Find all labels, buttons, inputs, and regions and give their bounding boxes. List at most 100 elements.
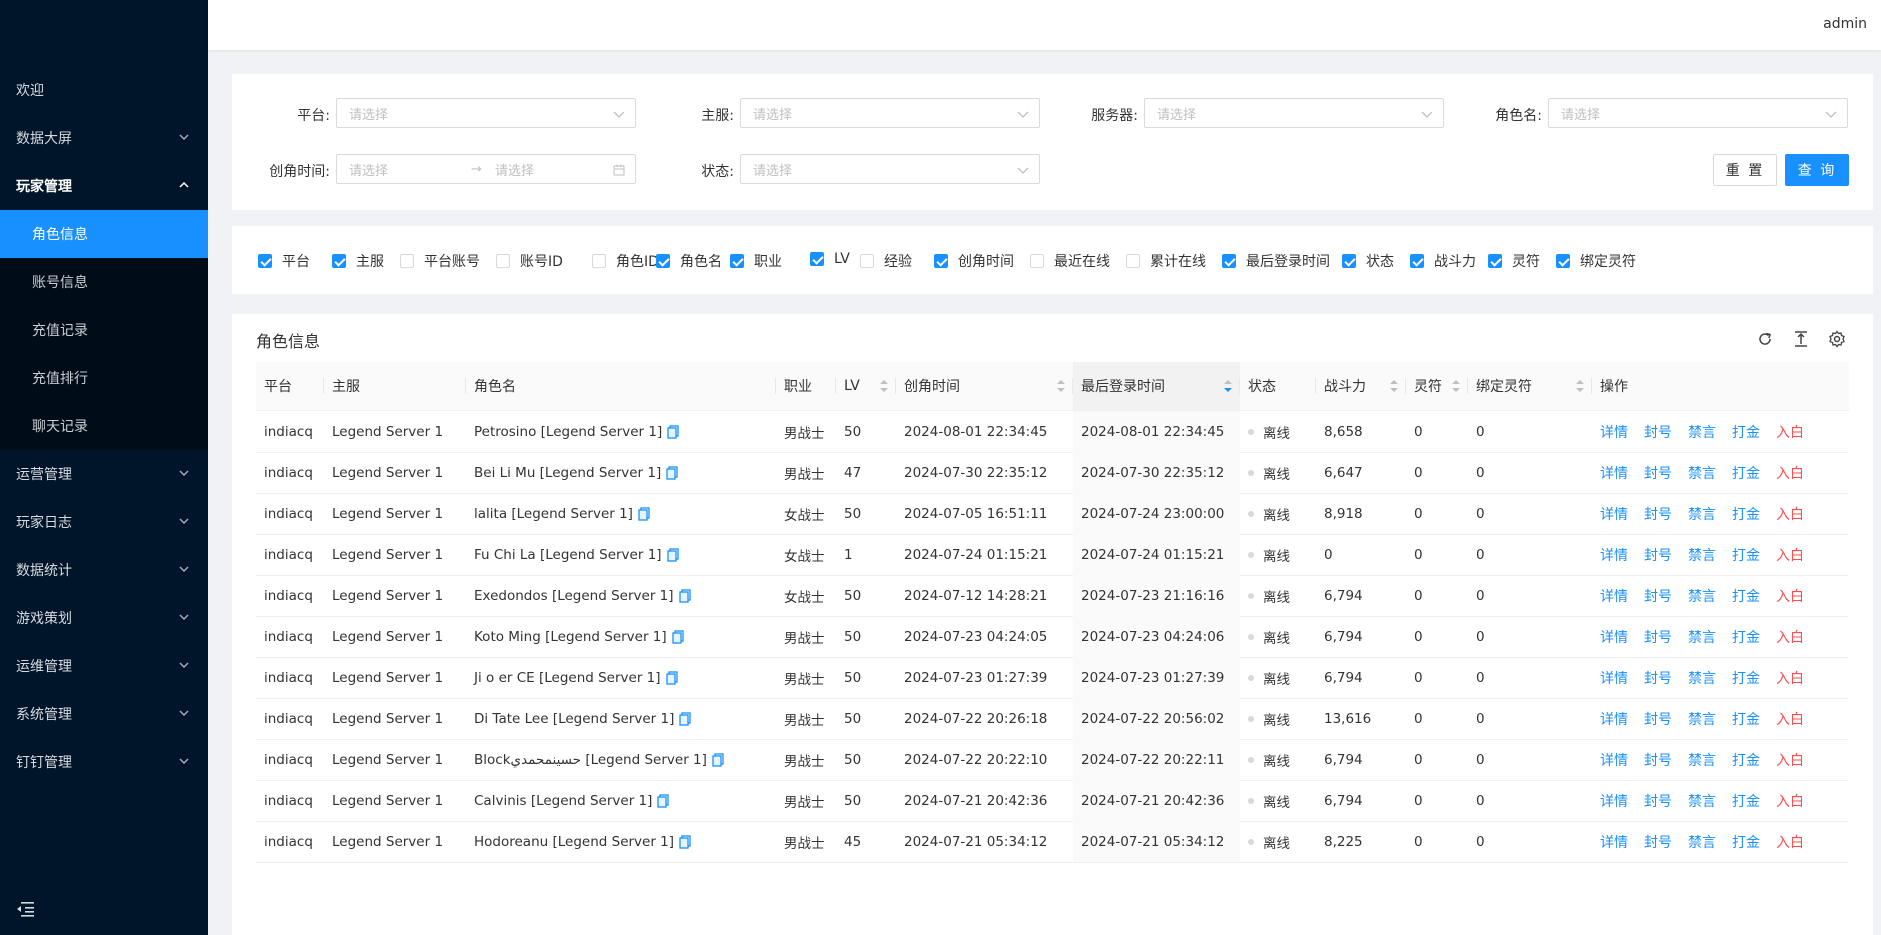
detail-link[interactable]: 详情 <box>1600 463 1628 483</box>
sidebar-item[interactable]: 游戏策划 <box>0 594 208 642</box>
ban-link[interactable]: 封号 <box>1644 709 1672 729</box>
checkbox-icon[interactable] <box>1126 254 1140 268</box>
checkbox-icon[interactable] <box>1222 254 1236 268</box>
whitelist-link[interactable]: 入白 <box>1776 545 1804 565</box>
column-checkbox[interactable]: 最近在线 <box>1030 251 1110 271</box>
column-checkbox[interactable]: 平台 <box>258 251 310 271</box>
checkbox-icon[interactable] <box>810 252 824 266</box>
status-select[interactable]: 请选择 <box>740 154 1040 184</box>
detail-link[interactable]: 详情 <box>1600 709 1628 729</box>
range-end-input[interactable]: 请选择 <box>495 160 534 179</box>
column-header[interactable]: 最后登录时间 <box>1073 362 1240 410</box>
menu-fold-icon[interactable] <box>16 901 34 917</box>
mute-link[interactable]: 禁言 <box>1688 791 1716 811</box>
checkbox-icon[interactable] <box>860 254 874 268</box>
reset-button[interactable]: 重 置 <box>1713 154 1777 186</box>
mute-link[interactable]: 禁言 <box>1688 832 1716 852</box>
copy-icon[interactable] <box>672 629 684 644</box>
copy-icon[interactable] <box>657 793 670 808</box>
checkbox-icon[interactable] <box>1342 254 1356 268</box>
column-checkbox[interactable]: 最后登录时间 <box>1222 251 1330 271</box>
sidebar-item[interactable]: 数据大屏 <box>0 114 208 162</box>
query-button[interactable]: 查 询 <box>1785 154 1849 186</box>
detail-link[interactable]: 详情 <box>1600 545 1628 565</box>
whitelist-link[interactable]: 入白 <box>1776 504 1804 524</box>
detail-link[interactable]: 详情 <box>1600 791 1628 811</box>
column-checkbox[interactable]: 账号ID <box>496 251 563 271</box>
platform-select[interactable]: 请选择 <box>336 98 636 128</box>
detail-link[interactable]: 详情 <box>1600 586 1628 606</box>
main-server-select[interactable]: 请选择 <box>740 98 1040 128</box>
mute-link[interactable]: 禁言 <box>1688 750 1716 770</box>
whitelist-link[interactable]: 入白 <box>1776 422 1804 442</box>
checkbox-icon[interactable] <box>1030 254 1044 268</box>
range-start-input[interactable]: 请选择 <box>349 160 388 179</box>
gold-link[interactable]: 打金 <box>1732 463 1760 483</box>
checkbox-icon[interactable] <box>934 254 948 268</box>
detail-link[interactable]: 详情 <box>1600 504 1628 524</box>
sort-icon[interactable] <box>1390 378 1398 394</box>
mute-link[interactable]: 禁言 <box>1688 422 1716 442</box>
column-height-icon[interactable] <box>1792 330 1810 348</box>
detail-link[interactable]: 详情 <box>1600 832 1628 852</box>
copy-icon[interactable] <box>666 465 678 480</box>
column-header[interactable]: LV <box>836 362 896 410</box>
checkbox-icon[interactable] <box>656 254 670 268</box>
ban-link[interactable]: 封号 <box>1644 586 1672 606</box>
copy-icon[interactable] <box>679 711 692 726</box>
checkbox-icon[interactable] <box>258 254 272 268</box>
ban-link[interactable]: 封号 <box>1644 422 1672 442</box>
ban-link[interactable]: 封号 <box>1644 545 1672 565</box>
ban-link[interactable]: 封号 <box>1644 791 1672 811</box>
sidebar-item[interactable]: 运维管理 <box>0 642 208 690</box>
copy-icon[interactable] <box>638 506 650 521</box>
whitelist-link[interactable]: 入白 <box>1776 668 1804 688</box>
gold-link[interactable]: 打金 <box>1732 668 1760 688</box>
sidebar-item[interactable]: 玩家管理 <box>0 162 208 210</box>
sort-icon[interactable] <box>1224 378 1232 394</box>
whitelist-link[interactable]: 入白 <box>1776 709 1804 729</box>
mute-link[interactable]: 禁言 <box>1688 668 1716 688</box>
sidebar-item[interactable]: 充值记录 <box>0 306 208 354</box>
gear-icon[interactable] <box>1828 330 1846 348</box>
sidebar-item[interactable]: 账号信息 <box>0 258 208 306</box>
column-checkbox[interactable]: 绑定灵符 <box>1556 251 1636 271</box>
user-name[interactable]: admin <box>1823 16 1867 32</box>
refresh-icon[interactable] <box>1756 330 1774 348</box>
gold-link[interactable]: 打金 <box>1732 791 1760 811</box>
sort-icon[interactable] <box>1576 378 1584 394</box>
mute-link[interactable]: 禁言 <box>1688 627 1716 647</box>
column-checkbox[interactable]: 平台账号 <box>400 251 480 271</box>
column-checkbox[interactable]: 状态 <box>1342 251 1394 271</box>
sidebar-item[interactable]: 数据统计 <box>0 546 208 594</box>
checkbox-icon[interactable] <box>1410 254 1424 268</box>
mute-link[interactable]: 禁言 <box>1688 504 1716 524</box>
whitelist-link[interactable]: 入白 <box>1776 791 1804 811</box>
column-header[interactable]: 战斗力 <box>1316 362 1406 410</box>
column-checkbox[interactable]: 灵符 <box>1488 251 1540 271</box>
created-range-picker[interactable]: 请选择 → 请选择 <box>336 154 636 184</box>
gold-link[interactable]: 打金 <box>1732 750 1760 770</box>
whitelist-link[interactable]: 入白 <box>1776 627 1804 647</box>
whitelist-link[interactable]: 入白 <box>1776 463 1804 483</box>
column-checkbox[interactable]: 战斗力 <box>1410 251 1476 271</box>
column-header[interactable]: 绑定灵符 <box>1468 362 1592 410</box>
detail-link[interactable]: 详情 <box>1600 668 1628 688</box>
mute-link[interactable]: 禁言 <box>1688 545 1716 565</box>
checkbox-icon[interactable] <box>730 254 744 268</box>
sidebar-item[interactable]: 充值排行 <box>0 354 208 402</box>
column-checkbox[interactable]: 主服 <box>332 251 384 271</box>
sidebar-item[interactable]: 系统管理 <box>0 690 208 738</box>
column-checkbox[interactable]: LV <box>810 251 850 267</box>
column-checkbox[interactable]: 经验 <box>860 251 912 271</box>
sidebar-item[interactable]: 运营管理 <box>0 450 208 498</box>
copy-icon[interactable] <box>712 752 724 767</box>
checkbox-icon[interactable] <box>592 254 606 268</box>
gold-link[interactable]: 打金 <box>1732 422 1760 442</box>
gold-link[interactable]: 打金 <box>1732 504 1760 524</box>
ban-link[interactable]: 封号 <box>1644 668 1672 688</box>
column-checkbox[interactable]: 累计在线 <box>1126 251 1206 271</box>
sort-icon[interactable] <box>1452 378 1460 394</box>
ban-link[interactable]: 封号 <box>1644 463 1672 483</box>
column-checkbox[interactable]: 角色ID <box>592 251 659 271</box>
